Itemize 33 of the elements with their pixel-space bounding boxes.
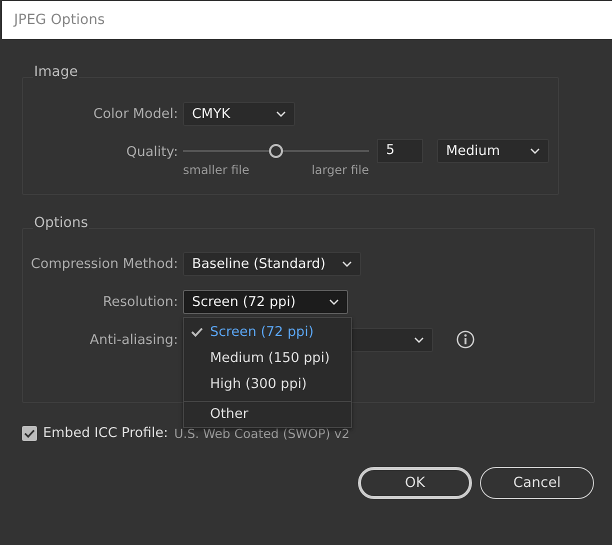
field-label: Anti-aliasing:: [88, 332, 178, 348]
checkmark-icon: [191, 326, 203, 336]
chevron-icon: [342, 260, 352, 266]
quality-slider[interactable]: [183, 144, 369, 158]
menu-item[interactable]: Screen (72 ppi): [184, 318, 351, 344]
embed-icc-checkbox[interactable]: [22, 426, 37, 440]
color-model-dropdown[interactable]: CMYK: [183, 102, 295, 126]
slider-min-label: smaller file: [183, 163, 250, 177]
menu-item[interactable]: High (300 ppi): [184, 370, 351, 396]
checkbox-label: Embed ICC Profile:: [43, 425, 168, 441]
menu-item[interactable]: Medium (150 ppi): [184, 344, 351, 370]
quality-input[interactable]: 5: [377, 139, 423, 163]
field-label: Compression Method:: [30, 256, 178, 272]
slider-thumb[interactable]: [269, 144, 283, 158]
ok-button[interactable]: OK: [358, 467, 472, 499]
profile-name: U.S. Web Coated (SWOP) v2: [174, 426, 350, 440]
menu-item[interactable]: Other: [184, 400, 351, 426]
field-label: Resolution:: [102, 294, 178, 310]
chevron-icon: [276, 110, 286, 116]
slider-max-label: larger file: [312, 163, 369, 177]
cancel-button[interactable]: Cancel: [480, 467, 594, 499]
compression-dropdown[interactable]: Baseline (Standard): [183, 252, 361, 276]
group-title: Image: [33, 64, 79, 80]
group-title: Options: [33, 215, 90, 231]
resolution-dropdown[interactable]: Screen (72 ppi): [183, 290, 348, 314]
chevron-icon: [329, 298, 339, 304]
chevron-icon: [414, 336, 424, 342]
field-label: Quality:: [125, 144, 178, 160]
info-icon[interactable]: [456, 330, 475, 349]
field-label: Color Model:: [92, 106, 178, 122]
chevron-icon: [530, 148, 540, 154]
quality-dropdown[interactable]: Medium: [437, 139, 549, 163]
window-title: JPEG Options: [14, 12, 105, 28]
